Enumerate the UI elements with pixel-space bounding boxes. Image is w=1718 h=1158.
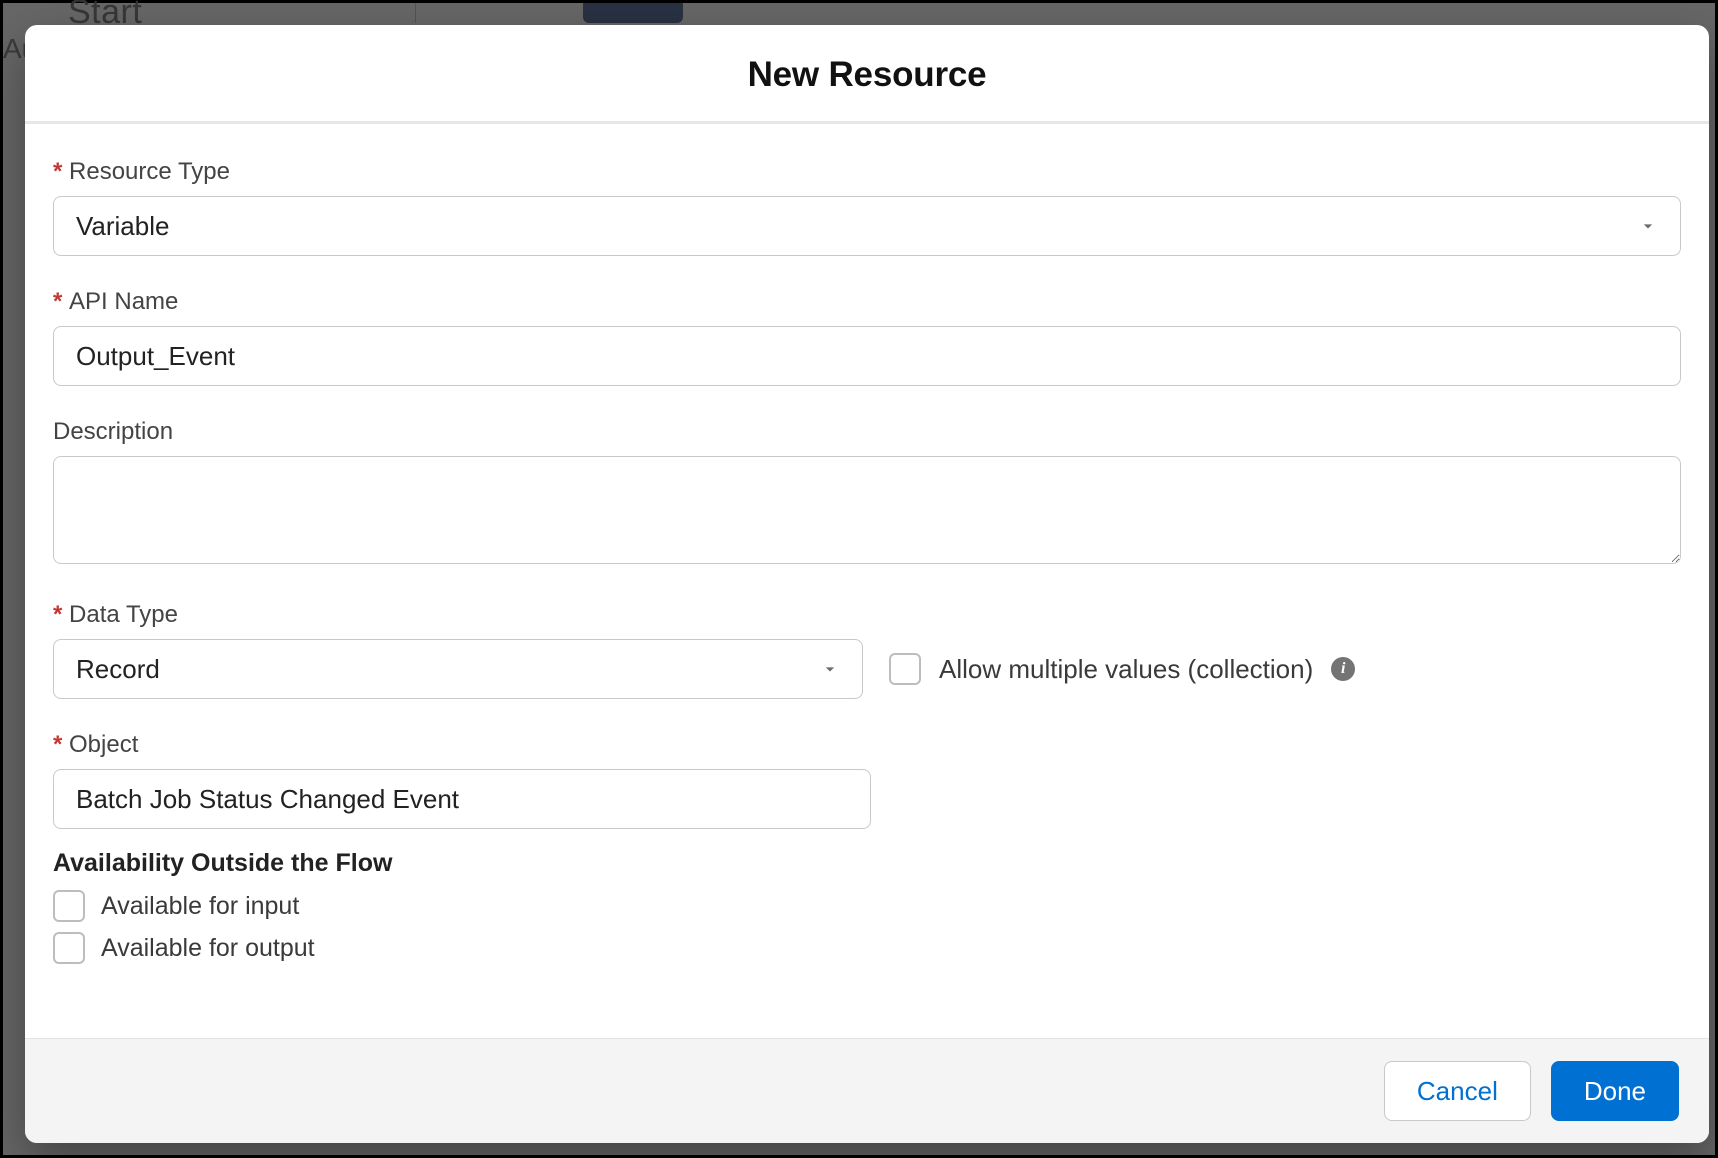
available-for-input-checkbox[interactable]	[53, 890, 85, 922]
resource-type-combobox[interactable]: Variable	[53, 196, 1681, 256]
object-value: Batch Job Status Changed Event	[76, 784, 459, 815]
data-type-label: Data Type	[53, 601, 1681, 629]
modal-title: New Resource	[45, 55, 1689, 95]
available-for-input-label: Available for input	[101, 892, 299, 921]
allow-multiple-label: Allow multiple values (collection)	[939, 654, 1313, 685]
modal-footer: Cancel Done	[25, 1038, 1709, 1143]
api-name-input[interactable]	[53, 326, 1681, 386]
allow-multiple-checkbox[interactable]	[889, 653, 921, 685]
resource-type-value: Variable	[76, 211, 169, 242]
available-for-output-label: Available for output	[101, 934, 315, 963]
done-button-label: Done	[1584, 1076, 1646, 1107]
description-textarea[interactable]	[53, 456, 1681, 564]
done-button[interactable]: Done	[1551, 1061, 1679, 1121]
info-icon[interactable]: i	[1331, 657, 1355, 681]
description-label: Description	[53, 418, 1681, 446]
cancel-button[interactable]: Cancel	[1384, 1061, 1531, 1121]
caret-down-icon	[820, 659, 840, 679]
availability-heading: Availability Outside the Flow	[53, 849, 1681, 878]
modal-header: New Resource	[25, 25, 1709, 124]
resource-type-label: Resource Type	[53, 158, 1681, 186]
data-type-value: Record	[76, 654, 160, 685]
modal-body: Resource Type Variable API Name Descript…	[25, 124, 1709, 1038]
new-resource-modal: New Resource Resource Type Variable API …	[25, 25, 1709, 1143]
api-name-label: API Name	[53, 288, 1681, 316]
object-combobox[interactable]: Batch Job Status Changed Event	[53, 769, 871, 829]
object-label: Object	[53, 731, 1681, 759]
available-for-output-checkbox[interactable]	[53, 932, 85, 964]
cancel-button-label: Cancel	[1417, 1076, 1498, 1107]
caret-down-icon	[1638, 216, 1658, 236]
data-type-combobox[interactable]: Record	[53, 639, 863, 699]
